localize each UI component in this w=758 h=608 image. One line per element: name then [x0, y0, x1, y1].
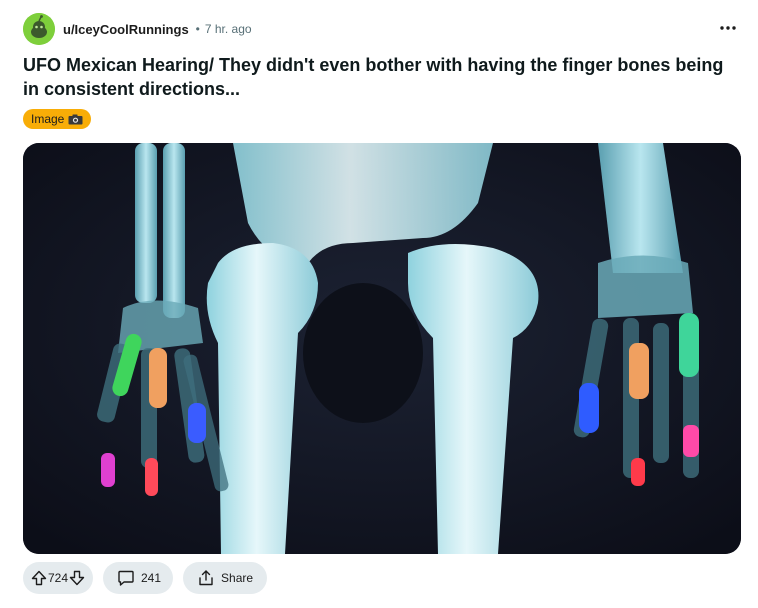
post-title[interactable]: UFO Mexican Hearing/ They didn't even bo… — [23, 53, 735, 101]
xray-hands-image — [23, 143, 741, 554]
downvote-arrow-icon[interactable] — [69, 570, 85, 586]
post-card: u/IceyCoolRunnings • 7 hr. ago UFO Mexic… — [0, 0, 758, 608]
post-image[interactable] — [23, 143, 741, 554]
comment-count: 241 — [141, 571, 162, 585]
more-options-button[interactable] — [715, 16, 741, 40]
upvote-arrow-icon[interactable] — [31, 570, 47, 586]
share-icon — [197, 569, 215, 587]
post-timestamp: 7 hr. ago — [204, 22, 252, 36]
flair-label: Image — [31, 112, 65, 126]
post-meta: u/IceyCoolRunnings • 7 hr. ago — [23, 12, 252, 46]
vote-control: 724 — [23, 562, 93, 594]
meta-separator: • — [195, 22, 200, 36]
author-link[interactable]: u/IceyCoolRunnings — [63, 22, 189, 37]
avatar[interactable] — [23, 13, 55, 45]
share-label: Share — [221, 571, 254, 585]
comment-bubble-icon — [117, 569, 135, 587]
camera-icon — [68, 114, 83, 125]
comments-button[interactable]: 241 — [103, 562, 174, 594]
post-actions: 724 241 Share — [23, 562, 268, 594]
vote-count: 724 — [47, 571, 69, 585]
post-flair[interactable]: Image — [23, 109, 92, 129]
share-button[interactable]: Share — [183, 562, 268, 594]
more-horizontal-icon — [720, 26, 736, 30]
snoo-avatar-icon — [23, 13, 55, 45]
